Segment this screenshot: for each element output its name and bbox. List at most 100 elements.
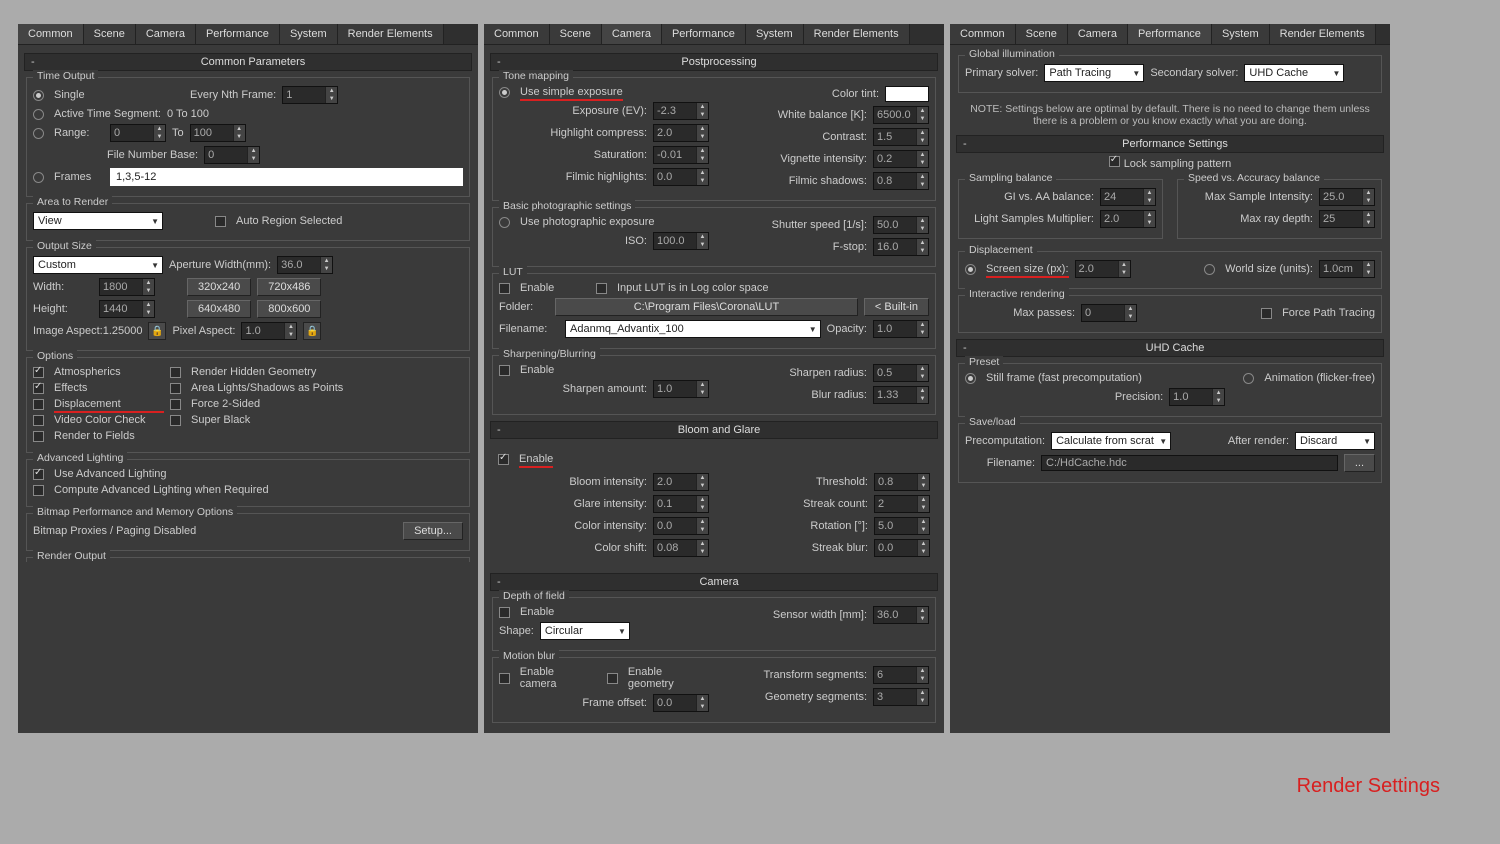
lut-opacity-spinner[interactable]: ▲▼ [873,320,929,338]
radio-screen-size[interactable] [965,264,976,275]
max-ray-spinner[interactable]: ▲▼ [1319,210,1375,228]
light-samples-spinner[interactable]: ▲▼ [1100,210,1156,228]
contrast-spinner[interactable]: ▲▼ [873,128,929,146]
rotation-spinner[interactable]: ▲▼ [874,517,930,535]
bloom-intensity-spinner[interactable]: ▲▼ [653,473,709,491]
mb-camera-checkbox[interactable] [499,673,510,684]
tab-performance[interactable]: Performance [662,24,746,44]
tab-camera[interactable]: Camera [602,24,662,44]
auto-region-checkbox[interactable] [215,216,226,227]
secondary-solver-dropdown[interactable]: UHD Cache [1244,64,1344,82]
radio-single[interactable] [33,90,44,101]
sharpen-enable-checkbox[interactable] [499,365,510,376]
vignette-spinner[interactable]: ▲▼ [873,150,929,168]
tab-camera[interactable]: Camera [136,24,196,44]
compute-adv-lighting-checkbox[interactable] [33,485,44,496]
sharpen-amount-spinner[interactable]: ▲▼ [653,380,709,398]
area-dropdown[interactable]: View [33,212,163,230]
lut-log-checkbox[interactable] [596,283,607,294]
streak-count-spinner[interactable]: ▲▼ [874,495,930,513]
exposure-spinner[interactable]: ▲▼ [653,102,709,120]
collapse-icon[interactable]: - [497,56,507,68]
max-sample-spinner[interactable]: ▲▼ [1319,188,1375,206]
tab-common[interactable]: Common [18,24,84,44]
rollup-performance-settings[interactable]: -Performance Settings [956,135,1384,153]
aperture-spinner[interactable]: ▲▼ [277,256,333,274]
tab-scene[interactable]: Scene [1016,24,1068,44]
geometry-segments-spinner[interactable]: ▲▼ [873,688,929,706]
output-preset-dropdown[interactable]: Custom [33,256,163,274]
radio-photographic-exposure[interactable] [499,217,510,228]
lock-aspect-icon[interactable]: 🔒 [148,322,166,340]
tab-system[interactable]: System [1212,24,1270,44]
highlight-compress-spinner[interactable]: ▲▼ [653,124,709,142]
iso-spinner[interactable]: ▲▼ [653,232,709,250]
force-path-tracing-checkbox[interactable] [1261,308,1272,319]
collapse-icon[interactable]: - [963,342,973,354]
streak-blur-spinner[interactable]: ▲▼ [874,539,930,557]
rollup-postprocessing[interactable]: -Postprocessing [490,53,938,71]
screen-size-spinner[interactable]: ▲▼ [1075,260,1131,278]
lock-pixel-aspect-icon[interactable]: 🔒 [303,322,321,340]
area-lights-checkbox[interactable] [170,383,181,394]
tab-common[interactable]: Common [484,24,550,44]
glare-intensity-spinner[interactable]: ▲▼ [653,495,709,513]
width-spinner[interactable]: ▲▼ [99,278,155,296]
frames-input[interactable] [110,168,463,186]
rollup-uhd-cache[interactable]: -UHD Cache [956,339,1384,357]
after-render-dropdown[interactable]: Discard [1295,432,1375,450]
radio-frames[interactable] [33,172,44,183]
white-balance-spinner[interactable]: ▲▼ [873,106,929,124]
height-spinner[interactable]: ▲▼ [99,300,155,318]
dof-shape-dropdown[interactable]: Circular [540,622,630,640]
range-to-spinner[interactable]: ▲▼ [190,124,246,142]
filmic-highlights-spinner[interactable]: ▲▼ [653,168,709,186]
radio-simple-exposure[interactable] [499,87,510,98]
frame-offset-spinner[interactable]: ▲▼ [653,694,709,712]
bloom-enable-checkbox[interactable] [498,454,509,465]
tab-render-elements[interactable]: Render Elements [804,24,910,44]
filmic-shadows-spinner[interactable]: ▲▼ [873,172,929,190]
uhd-filename-input[interactable] [1041,455,1338,471]
color-shift-spinner[interactable]: ▲▼ [653,539,709,557]
blur-radius-spinner[interactable]: ▲▼ [873,386,929,404]
lock-sampling-checkbox[interactable] [1109,156,1120,167]
preset-800x600[interactable]: 800x600 [257,300,321,318]
collapse-icon[interactable]: - [497,576,507,588]
render-fields-checkbox[interactable] [33,431,44,442]
radio-animation[interactable] [1243,373,1254,384]
tab-render-elements[interactable]: Render Elements [1270,24,1376,44]
threshold-spinner[interactable]: ▲▼ [874,473,930,491]
color-tint-swatch[interactable] [885,86,929,102]
radio-active-segment[interactable] [33,109,44,120]
force-2sided-checkbox[interactable] [170,399,181,410]
radio-world-size[interactable] [1204,264,1215,275]
collapse-icon[interactable]: - [497,424,507,436]
tab-camera[interactable]: Camera [1068,24,1128,44]
pixel-aspect-spinner[interactable]: ▲▼ [241,322,297,340]
collapse-icon[interactable]: - [31,56,41,68]
max-passes-spinner[interactable]: ▲▼ [1081,304,1137,322]
tab-performance[interactable]: Performance [196,24,280,44]
lut-folder-button[interactable]: C:\Program Files\Corona\LUT [555,298,858,316]
precomputation-dropdown[interactable]: Calculate from scrat [1051,432,1171,450]
saturation-spinner[interactable]: ▲▼ [653,146,709,164]
video-color-check-checkbox[interactable] [33,415,44,426]
fstop-spinner[interactable]: ▲▼ [873,238,929,256]
preset-720x486[interactable]: 720x486 [257,278,321,296]
lut-builtin-button[interactable]: < Built-in [864,298,929,316]
tab-scene[interactable]: Scene [84,24,136,44]
every-nth-spinner[interactable]: ▲▼ [282,86,338,104]
tab-scene[interactable]: Scene [550,24,602,44]
super-black-checkbox[interactable] [170,415,181,426]
preset-320x240[interactable]: 320x240 [187,278,251,296]
tab-render-elements[interactable]: Render Elements [338,24,444,44]
precision-spinner[interactable]: ▲▼ [1169,388,1225,406]
render-hidden-checkbox[interactable] [170,367,181,378]
use-adv-lighting-checkbox[interactable] [33,469,44,480]
atmospherics-checkbox[interactable] [33,367,44,378]
gi-aa-spinner[interactable]: ▲▼ [1100,188,1156,206]
tab-performance[interactable]: Performance [1128,24,1212,44]
shutter-spinner[interactable]: ▲▼ [873,216,929,234]
radio-still-frame[interactable] [965,373,976,384]
